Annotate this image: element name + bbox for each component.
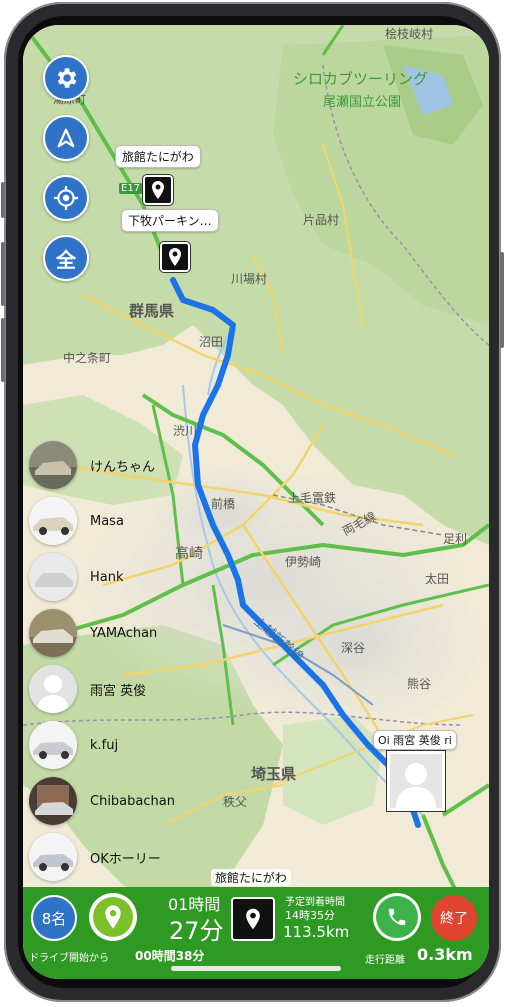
member-avatar [29, 441, 77, 489]
member-item[interactable]: k.fuj [29, 721, 118, 769]
member-count-button[interactable]: 8名 [31, 895, 77, 941]
member-item[interactable]: YAMAchan [29, 609, 157, 657]
location-share-button[interactable] [89, 893, 137, 941]
member-name: YAMAchan [90, 625, 158, 641]
member-name: k.fuj [90, 737, 119, 753]
member-avatar [29, 497, 77, 545]
home-indicator[interactable] [171, 966, 341, 971]
map-label-city: 伊勢崎 [285, 555, 322, 569]
phone-icon [376, 896, 418, 938]
power-button [500, 252, 504, 348]
map-label-city: 太田 [425, 572, 450, 586]
show-all-label: 全 [56, 247, 76, 272]
map-label-place: 片品村 [303, 213, 340, 227]
member-name: 雨宮 英俊 [90, 683, 147, 699]
member-avatar [29, 553, 77, 601]
map-label-place: 中之条町 [63, 351, 112, 365]
app-screen: 桧枝岐村 湯原町 シロカブツーリング 尾瀬国立公園 E17 片品村 川場村 群馬… [23, 25, 489, 979]
map-pin-icon [169, 248, 181, 266]
member-name: OKホーリー [90, 851, 161, 867]
map-label-city: 熊谷 [407, 677, 432, 691]
eta-label: 予定到着時間 [285, 897, 345, 908]
volume-down-button [1, 318, 5, 382]
waypoint-pin[interactable] [160, 242, 190, 272]
member-item[interactable]: Chibabachan [29, 777, 175, 825]
volume-up-button [1, 242, 5, 306]
map-label-highway: E17 [119, 183, 143, 194]
map-label-city: 高崎 [175, 546, 203, 562]
destination-pin-label[interactable]: 旅館たにがわ [115, 145, 201, 168]
waypoint-pin-label[interactable]: 下牧パーキン… [121, 209, 219, 232]
show-all-button[interactable]: 全 [43, 235, 89, 281]
member-avatar [29, 777, 77, 825]
map-label-city: 足利 [443, 532, 468, 546]
bottom-destination-label: 旅館たにがわ [211, 869, 291, 886]
member-avatar [29, 833, 77, 881]
member-item[interactable]: Hank [29, 553, 124, 601]
mute-switch [1, 182, 5, 218]
member-item[interactable]: けんちゃん [29, 441, 155, 489]
member-item[interactable]: OKホーリー [29, 833, 161, 881]
destination-pin[interactable] [143, 175, 173, 205]
eta-time: 14時35分 [285, 909, 335, 922]
map-label-place: 桧枝岐村 [385, 27, 434, 41]
map-label-place: 川場村 [231, 272, 268, 286]
member-avatar [29, 609, 77, 657]
locate-button[interactable] [43, 175, 89, 221]
map-pin-icon [246, 908, 260, 930]
member-name: Chibabachan [90, 793, 175, 809]
map-label-city: 沼田 [199, 335, 224, 349]
member-item[interactable]: Masa [29, 497, 124, 545]
current-user-label: Oi 雨宮 英俊 ri [373, 730, 457, 750]
map-label-touring: シロカブツーリング [293, 70, 429, 88]
map-label-city: 秩父 [223, 795, 248, 809]
bottom-status-bar: 8名 ドライブ開始から 00時間38分 01時間 27分 予定到着時間 14時3… [23, 887, 489, 979]
since-start-label: ドライブ開始から [29, 953, 109, 964]
distance-remaining: 113.5km [283, 923, 350, 941]
map-label-city: 深谷 [341, 641, 366, 655]
current-user-marker[interactable] [387, 751, 445, 811]
member-name: けんちゃん [90, 459, 156, 475]
member-name: Masa [90, 513, 124, 529]
map-label-city: 渋川 [173, 424, 198, 438]
end-button[interactable]: 終了 [431, 895, 477, 941]
map-label-railway: 上毛電鉄 [288, 491, 337, 505]
call-button[interactable] [373, 893, 421, 941]
map-label-prefecture: 埼玉県 [251, 765, 297, 783]
driven-distance-label: 走行距離 [365, 955, 405, 966]
map-label-prefecture: 群馬県 [129, 302, 175, 320]
navigation-arrow-icon [57, 128, 75, 148]
user-silhouette-icon [396, 763, 436, 808]
map-label-city: 前橋 [211, 497, 236, 511]
crosshair-icon [54, 186, 78, 210]
gear-icon [57, 68, 77, 88]
member-avatar [29, 721, 77, 769]
location-pin-icon [93, 897, 133, 937]
map-pin-icon [152, 181, 164, 199]
map-label-park: 尾瀬国立公園 [323, 95, 402, 110]
member-name: Hank [90, 569, 124, 585]
settings-button[interactable] [43, 55, 89, 101]
elapsed-time: 00時間38分 [135, 949, 205, 963]
destination-button[interactable] [231, 897, 275, 941]
member-avatar [29, 665, 77, 713]
navigate-button[interactable] [43, 115, 89, 161]
driven-distance: 0.3km [417, 945, 473, 964]
member-item[interactable]: 雨宮 英俊 [29, 665, 146, 713]
remaining-minutes: 27分 [169, 917, 224, 945]
